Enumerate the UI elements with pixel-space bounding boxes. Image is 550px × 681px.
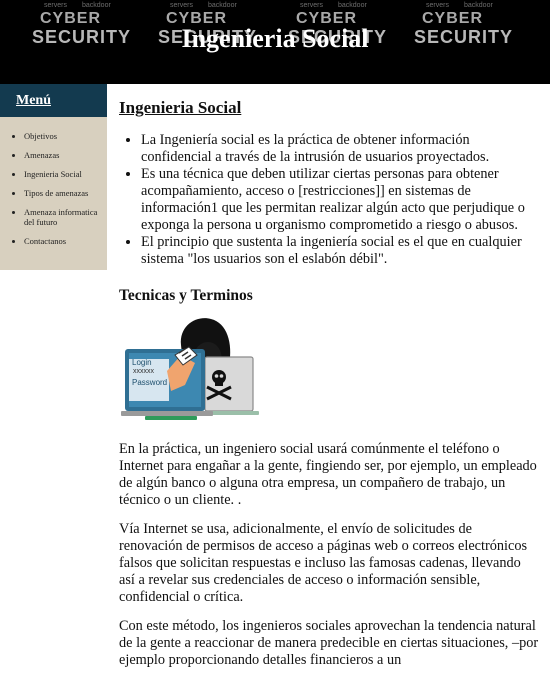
menu-item-ingenieria-social[interactable]: Ingenieria Social: [24, 169, 107, 179]
hacker-illustration: Login xxxxxx Password: [119, 315, 269, 433]
section-heading: Tecnicas y Terminos: [119, 287, 253, 304]
banner-title: Ingenieria Social: [181, 24, 369, 53]
menu-item-amenazas[interactable]: Amenazas: [24, 150, 107, 160]
menu-list: Objetivos Amenazas Ingenieria Social Tip…: [0, 117, 107, 246]
menu-item-tipos-de-amenazas[interactable]: Tipos de amenazas: [24, 188, 107, 198]
menu-item-label[interactable]: Amenaza informatica del futuro: [24, 207, 97, 227]
list-item: El principio que sustenta la ingeniería …: [141, 234, 539, 268]
menu-heading: Menú: [0, 84, 107, 117]
menu-item-amenaza-futuro[interactable]: Amenaza informatica del futuro: [24, 207, 107, 227]
login-mask: xxxxxx: [133, 368, 154, 375]
password-label: Password: [132, 378, 168, 387]
login-label: Login: [132, 358, 152, 367]
menu-item-objetivos[interactable]: Objetivos: [24, 131, 107, 141]
menu-item-label[interactable]: Ingenieria Social: [24, 169, 82, 179]
menu-item-label[interactable]: Tipos de amenazas: [24, 188, 88, 198]
body-paragraphs: En la práctica, un ingeniero social usar…: [119, 441, 539, 669]
intro-bullets: La Ingeniería social es la práctica de o…: [119, 132, 539, 268]
paragraph: Vía Internet se usa, adicionalmente, el …: [119, 521, 528, 605]
menu-item-contactanos[interactable]: Contactanos: [24, 236, 107, 246]
list-item: La Ingeniería social es la práctica de o…: [141, 132, 539, 166]
menu-item-label[interactable]: Objetivos: [24, 131, 57, 141]
sidebar-menu: Menú Objetivos Amenazas Ingenieria Socia…: [0, 84, 107, 270]
header-banner: servers CYBER SECURITY backdoor servers …: [0, 0, 550, 84]
page-title: Ingenieria Social: [119, 98, 242, 117]
list-item: Es una técnica que deben utilizar cierta…: [141, 166, 539, 234]
menu-item-label[interactable]: Amenazas: [24, 150, 59, 160]
main-content: Ingenieria Social La Ingeniería social e…: [119, 98, 539, 681]
paragraph: En la práctica, un ingeniero social usar…: [119, 441, 537, 508]
menu-item-label[interactable]: Contactanos: [24, 236, 66, 246]
paragraph: Con este método, los ingenieros sociales…: [119, 618, 539, 668]
